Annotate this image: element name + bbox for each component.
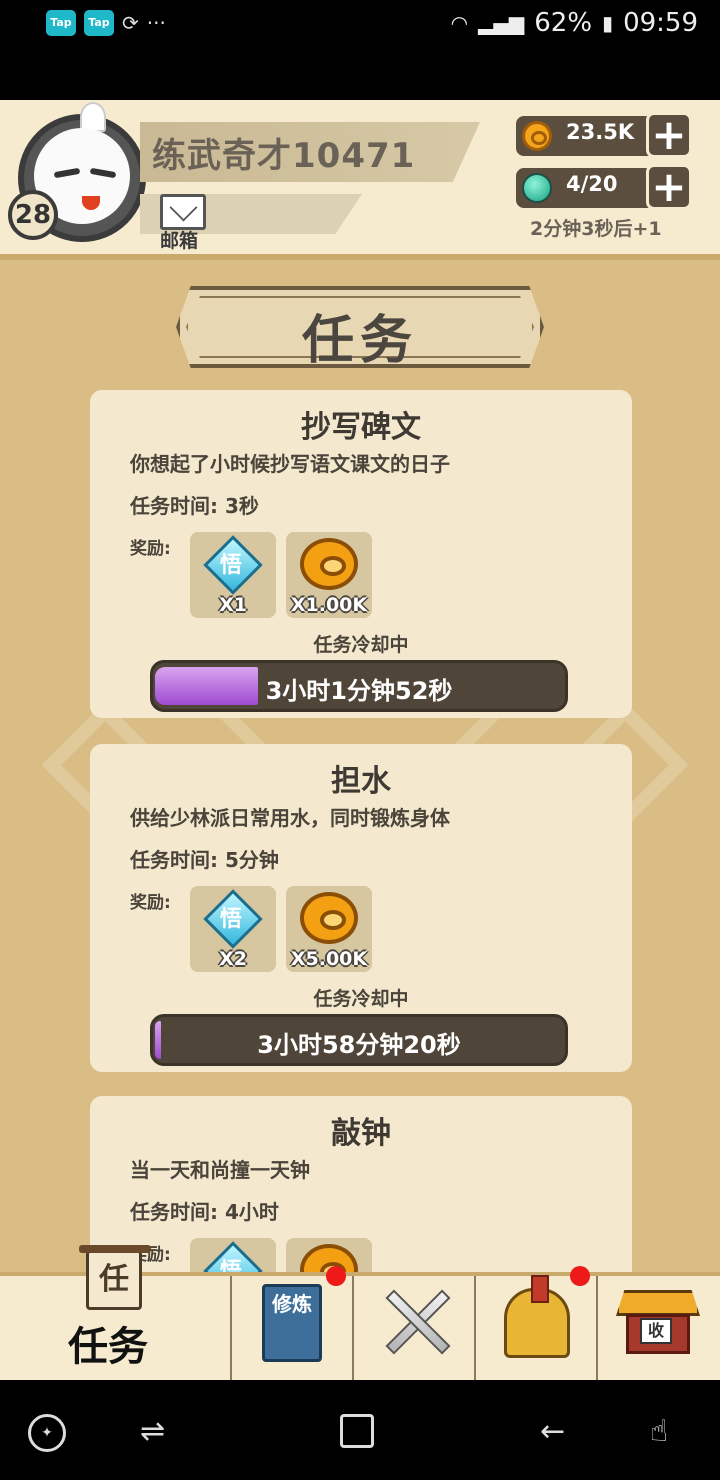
more-notifications-icon: ··· [146,11,166,35]
reward-gem-slot[interactable]: 悟 X2 [190,886,276,972]
game-tools-icon[interactable]: ✦ [28,1414,66,1452]
coin-reward-icon [300,892,358,944]
add-coins-button[interactable]: + [646,112,692,158]
insight-gem-icon: 悟 [203,535,263,595]
task-duration: 任务时间: 4小时 [130,1200,279,1224]
home-button-icon[interactable] [340,1414,374,1448]
stamina-regen-timer: 2分钟3秒后+1 [530,218,662,240]
task-card[interactable]: 担水 供给少林派日常用水，同时锻炼身体 任务时间: 5分钟 奖励: 悟 X2 X… [90,744,632,1072]
reward-gem-slot[interactable]: 悟 X1 [190,532,276,618]
task-duration: 任务时间: 5分钟 [130,848,279,872]
task-description: 你想起了小时候抄写语文课文的日子 [130,452,450,476]
page-title: 任务 [301,311,418,371]
battery-icon: ▮ [602,11,614,35]
tab-tasks[interactable]: 任 任务 [0,1245,232,1380]
reward-label: 奖励: [130,539,171,559]
task-card[interactable]: 抄写碑文 你想起了小时候抄写语文课文的日子 任务时间: 3秒 奖励: 悟 X1 … [90,390,632,718]
back-arrow-icon[interactable]: ← [540,1414,565,1449]
crossed-swords-icon [382,1286,452,1356]
task-status: 任务冷却中 [313,634,409,656]
stamina-counter: 4/20 + [516,164,692,210]
signal-icon: ▂▄▆ [478,11,525,35]
reward-gem-quantity: X2 [219,948,247,970]
clock: 09:59 [623,8,698,38]
reward-gem-quantity: X1 [219,594,247,616]
tab-battle[interactable] [354,1276,476,1380]
task-title: 敲钟 [331,1116,391,1151]
sync-icon: ⟳ [122,11,139,35]
reward-coin-quantity: X5.00K [290,948,368,970]
mailbox-icon[interactable] [160,194,206,230]
status-left: Tap Tap ⟳ ··· [46,10,166,36]
game-screen: 28 练武奇才10471 邮箱 23.5K + 4/20 + 2分钟3秒后+1 … [0,100,720,1380]
task-description: 供给少林派日常用水，同时锻炼身体 [130,806,450,830]
cooldown-progress-bar: 3小时1分钟52秒 [150,660,568,712]
coin-reward-icon [300,538,358,590]
training-book-icon: 修炼 [262,1284,322,1362]
cooldown-progress-bar: 3小时58分钟20秒 [150,1014,568,1066]
helmet-icon [504,1275,570,1358]
collect-shop-icon: 收 [616,1290,700,1356]
cooldown-countdown: 3小时58分钟20秒 [257,1031,461,1059]
cooldown-countdown: 3小时1分钟52秒 [265,677,453,705]
notification-dot [570,1266,590,1286]
notification-dot [326,1266,346,1286]
stamina-value: 4/20 [566,172,618,196]
player-name: 练武奇才10471 [152,136,416,176]
gem-glyph: 悟 [219,552,242,578]
task-duration: 任务时间: 3秒 [130,494,259,518]
avatar-tongue [82,196,100,210]
task-title: 抄写碑文 [301,410,421,445]
player-level-badge: 28 [8,190,58,240]
reward-coin-slot[interactable]: X1.00K [286,532,372,618]
wifi-icon: ◠ [450,11,469,35]
reward-label: 奖励: [130,893,171,913]
tab-collect[interactable]: 收 [598,1276,720,1380]
coin-counter: 23.5K + [516,112,692,158]
shop-roof [616,1290,700,1316]
tab-tasks-label: 任务 [68,1324,148,1370]
coin-value: 23.5K [566,120,635,144]
system-navigation-bar: ✦ ⇌ ← ☝ [0,1380,720,1480]
taptap-notification-icon-2: Tap [84,10,114,36]
coin-icon [522,121,552,151]
battery-percent: 62% [534,8,593,38]
bottom-tab-bar: 任 任务 修炼 收 [0,1245,720,1380]
reward-coin-slot[interactable]: X5.00K [286,886,372,972]
player-header: 28 练武奇才10471 邮箱 23.5K + 4/20 + 2分钟3秒后+1 [0,100,720,260]
taptap-notification-icon: Tap [46,10,76,36]
add-stamina-button[interactable]: + [646,164,692,210]
task-status: 任务冷却中 [313,988,409,1010]
shop-sign: 收 [640,1318,672,1344]
tab-training[interactable]: 修炼 [232,1266,354,1380]
task-description: 当一天和尚撞一天钟 [130,1158,310,1182]
task-title: 担水 [331,764,391,799]
touch-assist-icon[interactable]: ☝ [650,1414,668,1449]
mailbox-label[interactable]: 邮箱 [160,226,198,253]
avatar-eye-right [89,167,117,179]
avatar-eye-left [53,167,81,179]
gem-glyph: 悟 [219,906,242,932]
status-right: ◠ ▂▄▆ 62% ▮ 09:59 [451,8,698,38]
stamina-gem-icon [522,173,552,203]
insight-gem-icon: 悟 [203,889,263,949]
recent-switch-icon[interactable]: ⇌ [140,1414,165,1449]
reward-coin-quantity: X1.00K [290,594,368,616]
task-scroll-icon: 任 [79,1245,151,1310]
status-bar: Tap Tap ⟳ ··· ◠ ▂▄▆ 62% ▮ 09:59 [0,0,720,100]
tab-equipment[interactable] [476,1266,598,1380]
